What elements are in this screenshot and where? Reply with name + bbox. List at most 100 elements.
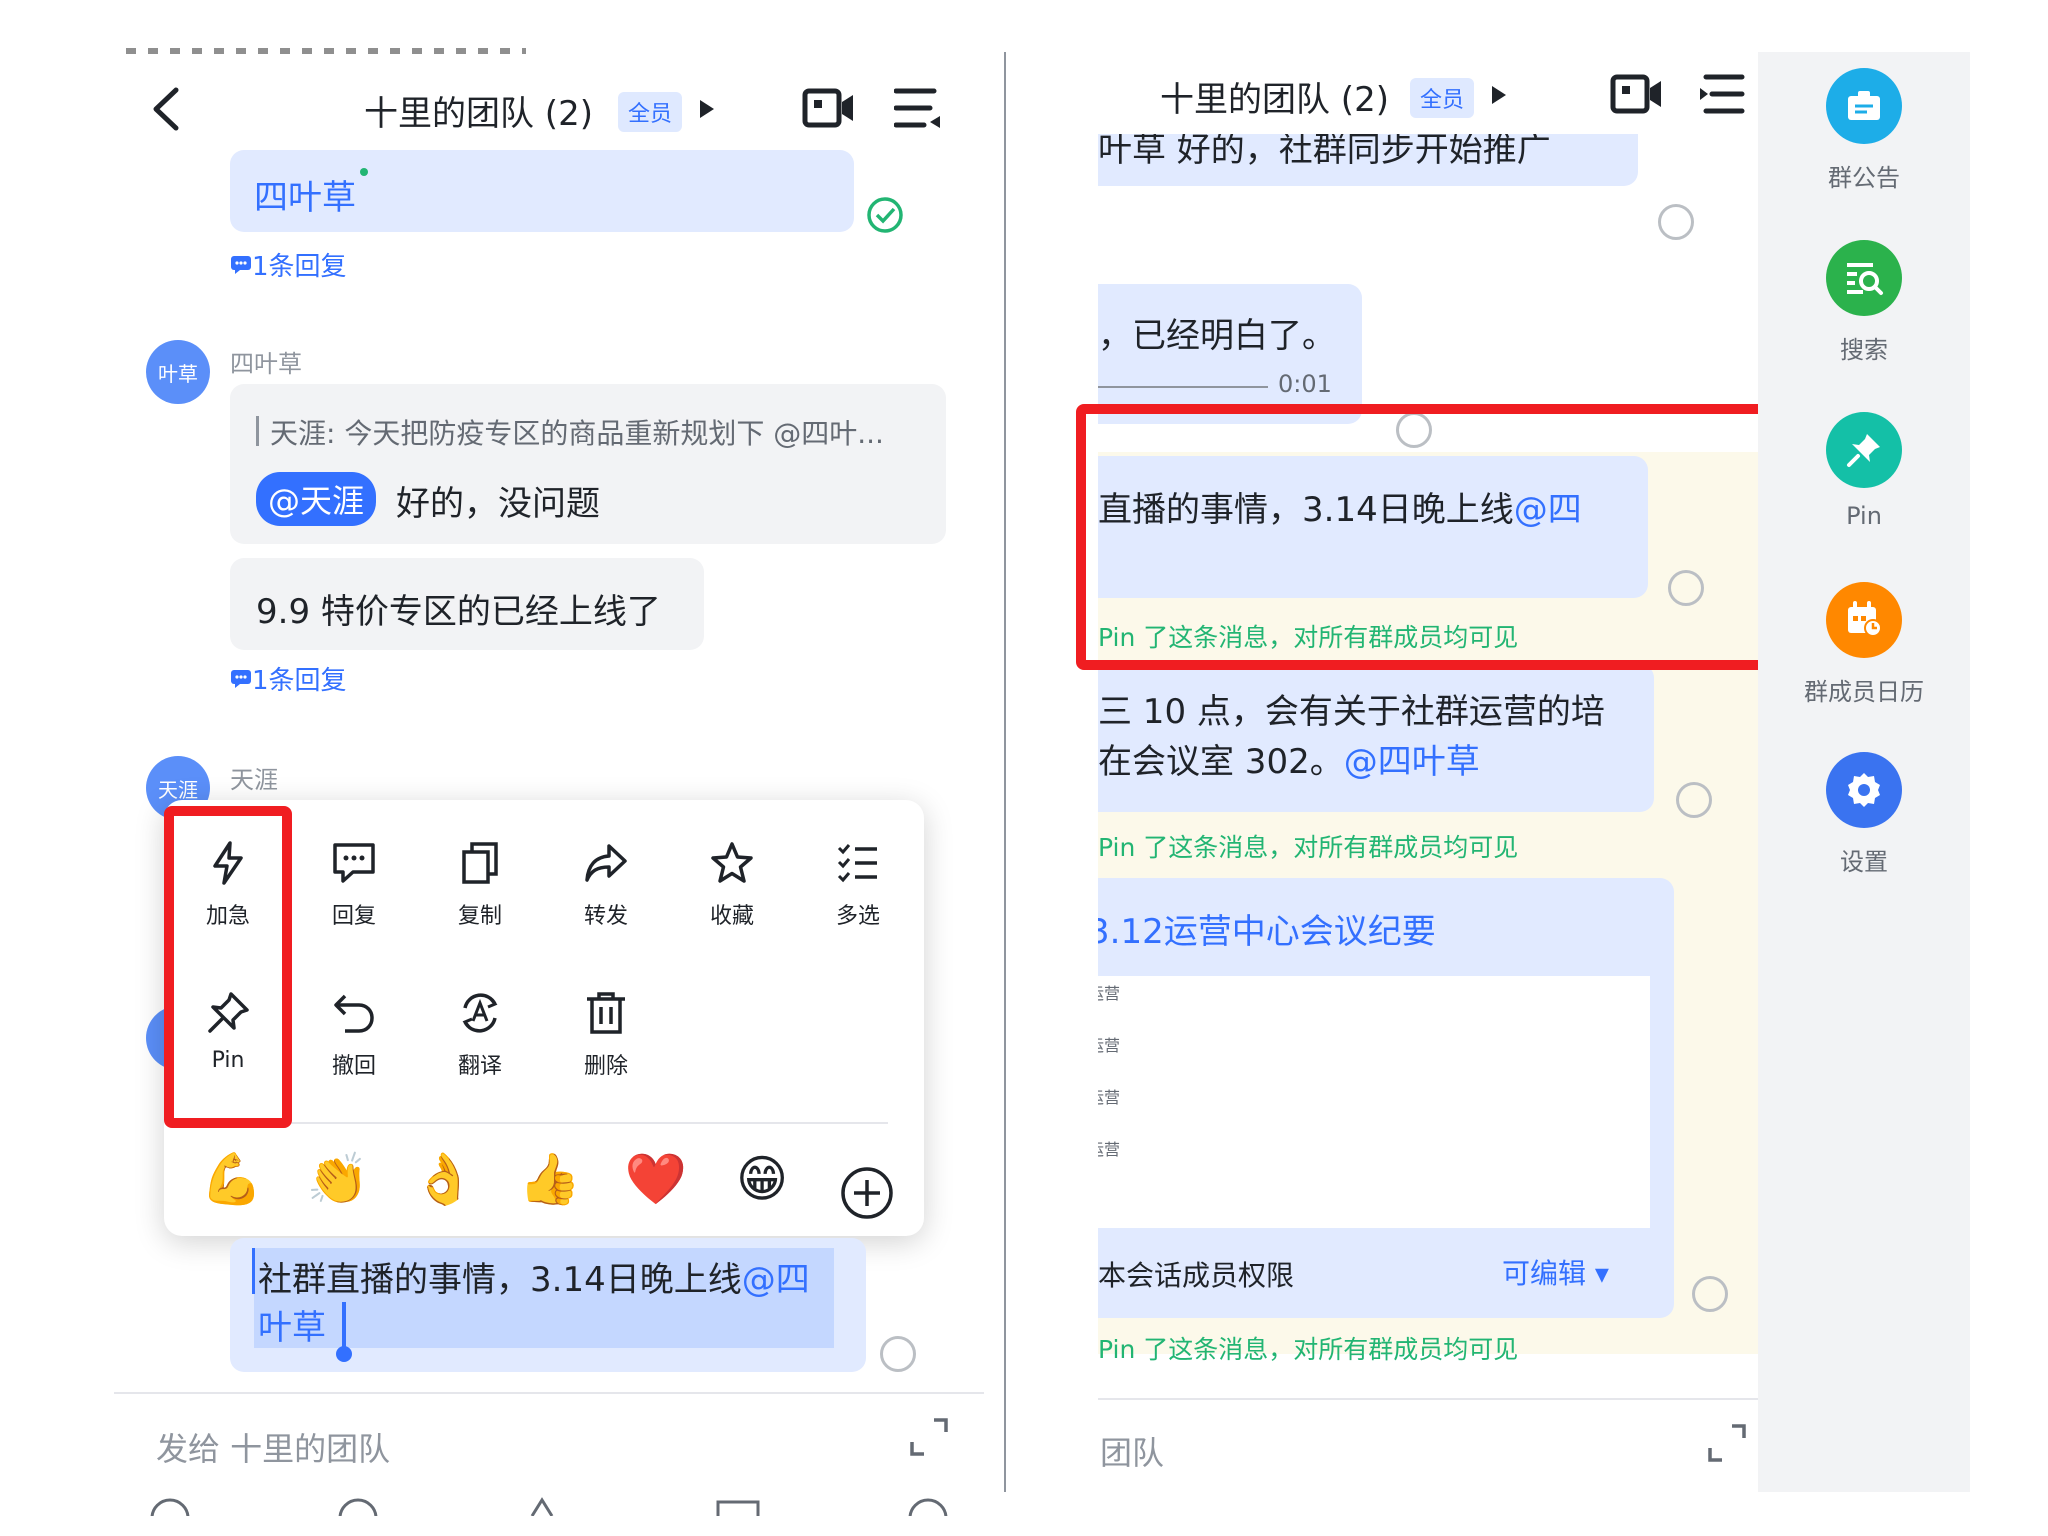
emoji-reaction-muscle[interactable]: 💪 (192, 1150, 272, 1209)
menu-item-copy[interactable]: 复制 (430, 840, 530, 930)
expand-input-button[interactable] (1706, 1422, 1748, 1468)
emoji-reaction-grin[interactable]: 😁 (722, 1150, 802, 1208)
comment-icon (231, 255, 251, 274)
message-mention: 叶草 (258, 1308, 326, 1348)
sidebar-label: 群成员日历 (1804, 678, 1924, 706)
reply-count-label: 1条回复 (252, 666, 347, 696)
sender-name: 四叶草 (230, 350, 302, 378)
plus-circle-icon (841, 1167, 893, 1219)
sidebar-item-announcement[interactable]: 群公告 (1758, 68, 1970, 193)
all-members-badge: 全员 (1410, 78, 1475, 118)
emoji-reaction-thumbs-up[interactable]: 👍 (510, 1150, 590, 1209)
sidebar-item-search[interactable]: 搜索 (1758, 240, 1970, 365)
menu-item-forward[interactable]: 转发 (556, 840, 656, 930)
pinned-message-bubble[interactable]: 三 10 点，会有关于社群运营的培 在会议室 302。@四叶草 (1098, 664, 1654, 812)
more-emoji-button[interactable] (840, 1166, 894, 1224)
select-radio[interactable] (880, 1336, 916, 1372)
sidebar-label: 群公告 (1828, 164, 1900, 192)
read-check-icon (866, 196, 904, 238)
highlight-box-pinned (1076, 404, 1758, 670)
permission-label: 本会话成员权限 (1098, 1259, 1295, 1292)
menu-item-recall[interactable]: 撤回 (304, 990, 404, 1080)
voice-progress-track[interactable] (1098, 386, 1268, 388)
group-sidebar: 群公告 搜索 Pin 群成员日历 设置 (1758, 52, 1970, 1492)
reply-count-link[interactable]: 1条回复 (230, 660, 347, 697)
doc-preview[interactable]: 运营 运营 运营 运营 (1098, 976, 1650, 1228)
title-arrow-icon[interactable] (698, 98, 716, 124)
message-bubble[interactable]: 四叶草 (230, 150, 854, 232)
chevron-left-icon (153, 87, 179, 131)
sidebar-item-member-calendar[interactable]: 群成员日历 (1758, 582, 1970, 707)
menu-item-label: 收藏 (709, 904, 754, 929)
emoji-reaction-heart[interactable]: ❤️ (616, 1150, 696, 1209)
menu-lines-icon (1700, 74, 1745, 114)
select-radio[interactable] (1692, 1276, 1728, 1312)
comment-icon (231, 669, 251, 688)
calendar-icon (1826, 582, 1902, 658)
pin-note: Pin 了这条消息，对所有群成员均可见 (1098, 1335, 1519, 1364)
left-status-bar-remnant (126, 48, 526, 54)
search-doc-icon (1826, 240, 1902, 316)
chat-title[interactable]: 十里的团队 (2) (1160, 72, 1389, 121)
doc-card[interactable]: 3.12运营中心会议纪要 运营 运营 运营 运营 本会话成员权限 可编辑 ▾ (1098, 878, 1674, 1318)
chat-title[interactable]: 十里的团队 (2) (364, 86, 593, 135)
sidebar-item-settings[interactable]: 设置 (1758, 752, 1970, 877)
pin-icon (1826, 412, 1902, 488)
message-input[interactable]: 发给 十里的团队 (156, 1424, 390, 1470)
undo-icon (334, 994, 374, 1033)
doc-title[interactable]: 3.12运营中心会议纪要 (1098, 904, 1436, 953)
quoted-text: 天涯: 今天把防疫专区的商品重新规划下 @四叶... (270, 417, 884, 450)
sidebar-item-pin[interactable]: Pin (1758, 412, 1970, 530)
right-chat-panel: 十里的团队 (2) 全员 叶草 好的，社群同步开始推广 ，已经明白了。 0:01… (1010, 52, 1758, 1492)
menu-item-favorite[interactable]: 收藏 (682, 840, 782, 930)
chat-menu-button[interactable] (1698, 72, 1746, 120)
input-divider (1098, 1398, 1758, 1400)
menu-divider (198, 1122, 888, 1124)
menu-item-label: 回复 (331, 904, 376, 929)
sidebar-label: Pin (1846, 502, 1882, 530)
selected-message-bubble[interactable]: 社群直播的事情，3.14日晚上线@四 叶草 (230, 1238, 866, 1372)
reply-message-bubble[interactable]: 天涯: 今天把防疫专区的商品重新规划下 @四叶... @天涯 好的，没问题 (230, 384, 946, 544)
select-radio[interactable] (1676, 782, 1712, 818)
gear-icon (1826, 752, 1902, 828)
doc-preview-line: 运营 (1098, 984, 1121, 1003)
selection-handle-start[interactable] (252, 1248, 255, 1294)
menu-item-label: 删除 (583, 1054, 628, 1079)
expand-icon (910, 1418, 948, 1456)
expand-input-button[interactable] (908, 1416, 950, 1462)
emoji-reaction-ok[interactable]: 👌 (404, 1150, 484, 1209)
reply-bubble-icon (333, 843, 375, 883)
video-camera-icon (1610, 74, 1661, 114)
select-radio[interactable] (1658, 204, 1694, 240)
back-button[interactable] (146, 84, 186, 134)
message-text: 叶草 好的，社群同步开始推广 (1098, 134, 1551, 170)
permission-dropdown[interactable]: 可编辑 ▾ (1502, 1252, 1609, 1292)
menu-item-reply[interactable]: 回复 (304, 840, 404, 930)
forward-icon (585, 844, 627, 882)
message-bubble[interactable]: 9.9 特价专区的已经上线了 (230, 558, 704, 650)
menu-item-delete[interactable]: 删除 (556, 990, 656, 1080)
chat-menu-button[interactable] (893, 86, 942, 134)
menu-item-translate[interactable]: 翻译 (430, 990, 530, 1080)
video-call-button[interactable] (802, 88, 856, 132)
message-list: 叶草 好的，社群同步开始推广 ，已经明白了。 0:01 直播的事情，3.14日晚… (1098, 134, 1758, 1434)
avatar[interactable]: 叶草 (146, 340, 210, 404)
pin-note: Pin 了这条消息，对所有群成员均可见 (1098, 833, 1519, 862)
voice-duration: 0:01 (1278, 370, 1332, 398)
title-arrow-icon[interactable] (1490, 84, 1508, 110)
reply-count-link[interactable]: 1条回复 (230, 246, 347, 283)
menu-item-multi-select[interactable]: 多选 (808, 840, 908, 930)
voice-message-bubble[interactable]: ，已经明白了。 0:01 (1098, 284, 1362, 424)
message-text: 9.9 特价专区的已经上线了 (256, 592, 661, 632)
message-bubble[interactable]: 叶草 好的，社群同步开始推广 (1098, 134, 1638, 186)
sender-name: 天涯 (230, 766, 278, 794)
copy-icon (462, 842, 498, 884)
message-input[interactable]: 团队 (1100, 1428, 1164, 1474)
translate-icon (462, 993, 498, 1033)
message-text: 好的，没问题 (396, 484, 600, 524)
mention-chip[interactable]: @天涯 (256, 472, 377, 526)
star-icon (711, 842, 753, 883)
selection-handle-end-dot[interactable] (336, 1346, 352, 1362)
emoji-reaction-clap[interactable]: 👏 (298, 1150, 378, 1209)
video-call-button[interactable] (1610, 74, 1664, 118)
